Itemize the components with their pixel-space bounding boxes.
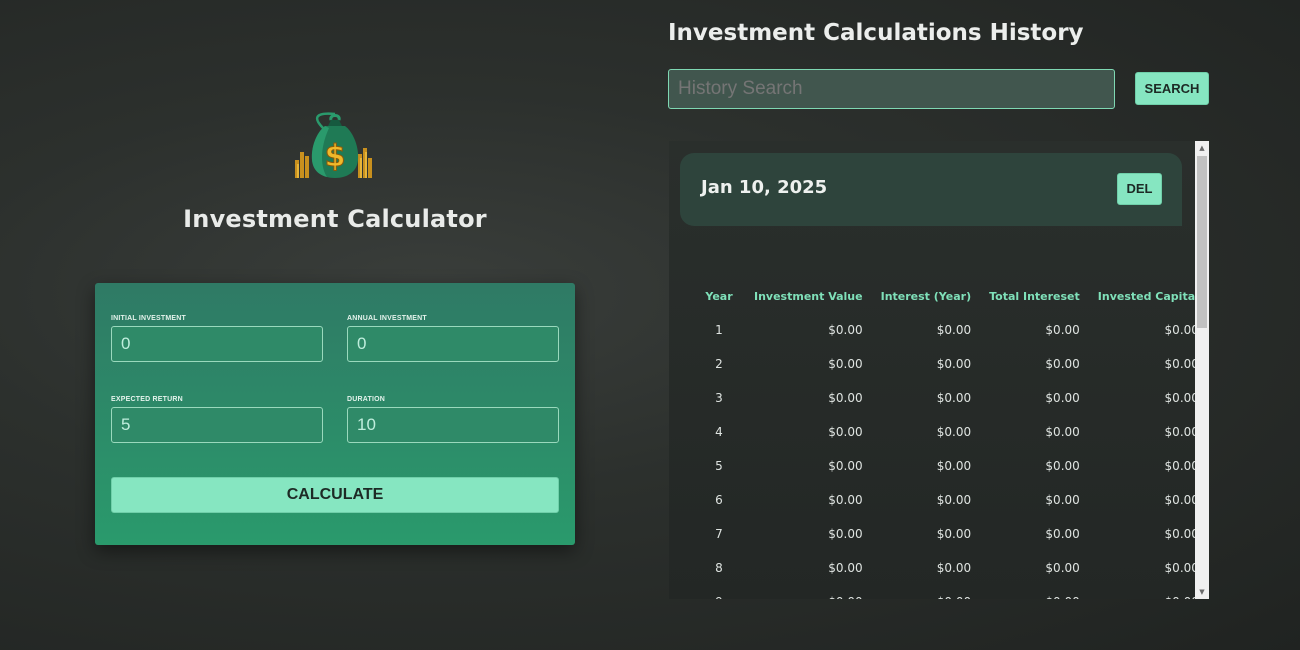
cell-total-interest: $0.00: [1045, 425, 1080, 439]
table-row: 4 $0.00 $0.00 $0.00 $0.00: [702, 415, 1199, 449]
table-row: 1 $0.00 $0.00 $0.00 $0.00: [702, 313, 1199, 347]
cell-total-interest: $0.00: [1045, 459, 1080, 473]
cell-total-interest: $0.00: [1045, 527, 1080, 541]
cell-investment-value: $0.00: [828, 527, 863, 541]
delete-button[interactable]: DEL: [1117, 173, 1162, 205]
cell-year: 3: [715, 391, 723, 405]
cell-investment-value: $0.00: [828, 493, 863, 507]
cell-total-interest: $0.00: [1045, 391, 1080, 405]
table-row: 2 $0.00 $0.00 $0.00 $0.00: [702, 347, 1199, 381]
column-header-interest-year: Interest (Year): [880, 289, 972, 303]
cell-total-interest: $0.00: [1045, 357, 1080, 371]
cell-interest-year: $0.00: [936, 323, 972, 337]
initial-investment-field: Initial Investment 0: [111, 315, 323, 362]
cell-invested-capital: $0.00: [1164, 527, 1199, 541]
cell-interest-year: $0.00: [936, 459, 972, 473]
entry-date: Jan 10, 2025: [701, 177, 828, 198]
cell-year: 5: [715, 459, 723, 473]
cell-invested-capital: $0.00: [1164, 323, 1199, 337]
cell-interest-year: $0.00: [936, 527, 972, 541]
initial-investment-label: Initial Investment: [111, 315, 187, 322]
results-table: Year Investment Value Interest (Year) To…: [702, 289, 1199, 600]
annual-investment-input[interactable]: 0: [347, 326, 559, 362]
calculator-section: $ Investment Calculator Initial Investme…: [0, 0, 670, 650]
cell-total-interest: $0.00: [1045, 323, 1080, 337]
cell-investment-value: $0.00: [828, 425, 863, 439]
arrow-down-icon[interactable]: ▼: [1195, 585, 1209, 599]
cell-interest-year: $0.00: [936, 425, 972, 439]
cell-year: 7: [715, 527, 723, 541]
cell-year: 4: [715, 425, 723, 439]
cell-invested-capital: $0.00: [1080, 585, 1199, 599]
cell-invested-capital: $0.00: [1164, 561, 1199, 575]
app-title: Investment Calculator: [183, 205, 487, 233]
cell-total-interest: $0.00: [971, 585, 1079, 599]
cell-investment-value: $0.00: [828, 357, 863, 371]
cell-year: 9: [702, 585, 736, 599]
search-button[interactable]: SEARCH: [1135, 72, 1209, 105]
table-header-row: Year Investment Value Interest (Year) To…: [702, 289, 1199, 313]
cell-investment-value: $0.00: [736, 585, 862, 599]
table-row: 5 $0.00 $0.00 $0.00 $0.00: [702, 449, 1199, 483]
cell-interest-year: $0.00: [863, 585, 971, 599]
annual-investment-label: Annual Investment: [347, 315, 427, 322]
cell-interest-year: $0.00: [936, 357, 972, 371]
cell-year: 6: [715, 493, 723, 507]
history-title: Investment Calculations History: [668, 20, 1084, 46]
cell-invested-capital: $0.00: [1164, 493, 1199, 507]
table-row: 9 $0.00 $0.00 $0.00 $0.00: [702, 585, 1199, 599]
cell-interest-year: $0.00: [936, 493, 972, 507]
duration-label: Duration: [347, 396, 386, 403]
annual-investment-field: Annual Investment 0: [347, 315, 559, 362]
duration-field: Duration 10: [347, 396, 559, 443]
cell-invested-capital: $0.00: [1164, 459, 1199, 473]
cell-investment-value: $0.00: [828, 323, 863, 337]
initial-investment-input[interactable]: 0: [111, 326, 323, 362]
svg-text:$: $: [325, 139, 346, 174]
history-list[interactable]: Jan 10, 2025 DEL Year Investment Value I…: [669, 141, 1209, 599]
cell-investment-value: $0.00: [828, 561, 863, 575]
history-search-input[interactable]: [668, 69, 1115, 109]
expected-return-field: Expected Return 5: [111, 396, 323, 443]
money-bag-icon: $: [295, 112, 375, 180]
cell-year: 2: [715, 357, 723, 371]
cell-investment-value: $0.00: [828, 459, 863, 473]
column-header-year: Year: [705, 289, 733, 303]
calculate-button[interactable]: CALCULATE: [111, 477, 559, 513]
arrow-up-icon[interactable]: ▲: [1195, 141, 1209, 155]
cell-year: 8: [715, 561, 723, 575]
history-entry-header: Jan 10, 2025 DEL: [680, 153, 1182, 226]
table-row: 3 $0.00 $0.00 $0.00 $0.00: [702, 381, 1199, 415]
calculator-form: Initial Investment 0 Annual Investment 0…: [95, 283, 575, 545]
expected-return-label: Expected Return: [111, 396, 183, 403]
cell-total-interest: $0.00: [1045, 561, 1080, 575]
cell-year: 1: [715, 323, 723, 337]
scrollbar-thumb[interactable]: [1197, 156, 1207, 328]
history-scrollbar[interactable]: ▲ ▼: [1195, 141, 1209, 599]
cell-interest-year: $0.00: [936, 561, 972, 575]
table-row: 8 $0.00 $0.00 $0.00 $0.00: [702, 551, 1199, 585]
cell-total-interest: $0.00: [1045, 493, 1080, 507]
column-header-invested-capital: Invested Capital: [1097, 289, 1199, 303]
column-header-total-interest: Total Intereset: [989, 289, 1080, 303]
expected-return-input[interactable]: 5: [111, 407, 323, 443]
cell-invested-capital: $0.00: [1164, 391, 1199, 405]
table-row: 7 $0.00 $0.00 $0.00 $0.00: [702, 517, 1199, 551]
cell-investment-value: $0.00: [828, 391, 863, 405]
cell-invested-capital: $0.00: [1164, 357, 1199, 371]
column-header-investment-value: Investment Value: [754, 289, 863, 303]
cell-interest-year: $0.00: [936, 391, 972, 405]
cell-invested-capital: $0.00: [1164, 425, 1199, 439]
duration-input[interactable]: 10: [347, 407, 559, 443]
table-row: 6 $0.00 $0.00 $0.00 $0.00: [702, 483, 1199, 517]
